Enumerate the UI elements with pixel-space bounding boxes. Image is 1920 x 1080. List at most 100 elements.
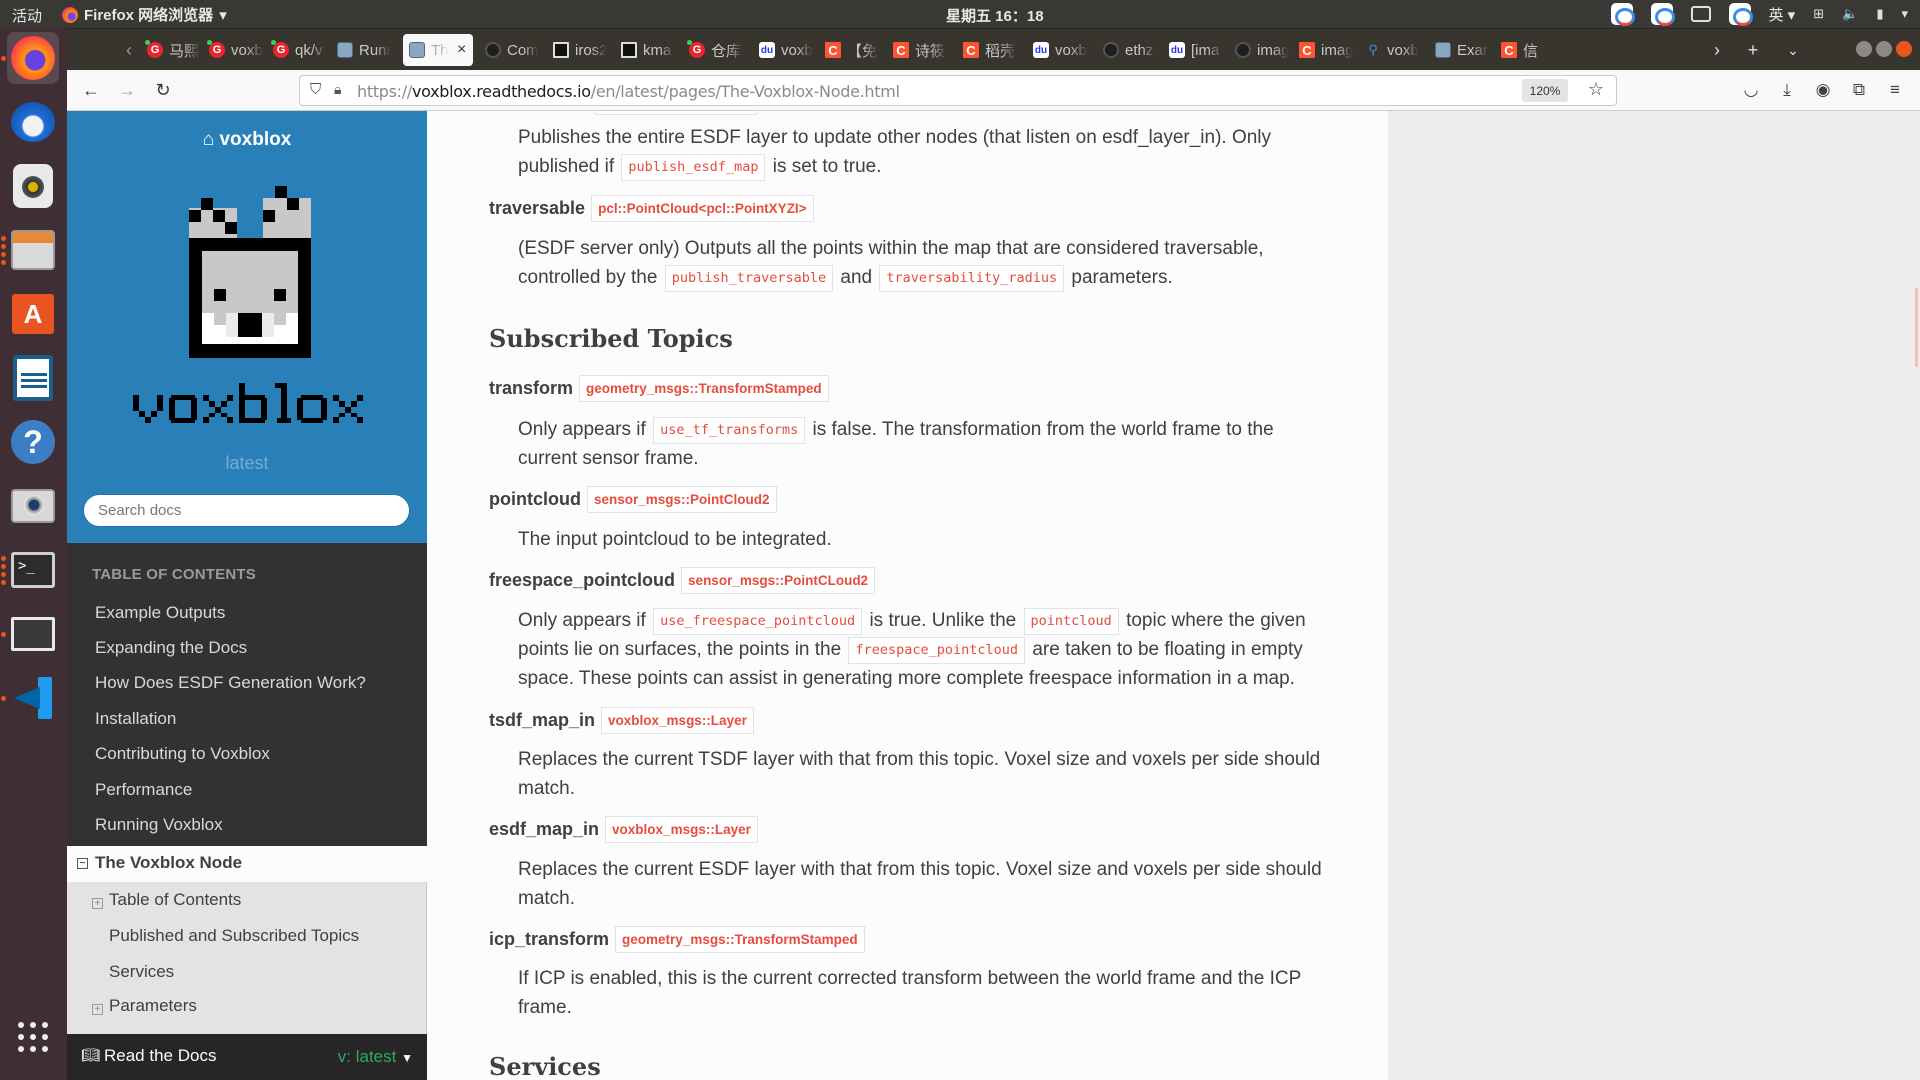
list-all-tabs-button[interactable]: ⌄	[1779, 34, 1807, 66]
baidu-netdisk-icon[interactable]	[1728, 3, 1753, 26]
toc-item-esdf-generation[interactable]: How Does ESDF Generation Work?	[95, 673, 366, 693]
minimize-button[interactable]	[1856, 41, 1872, 57]
collapse-icon[interactable]: −	[77, 858, 88, 869]
show-applications-button[interactable]	[18, 1022, 48, 1052]
browser-tab[interactable]: du [ima	[1163, 34, 1225, 66]
dock-cheese[interactable]	[7, 480, 59, 532]
search-docs-input[interactable]	[83, 494, 410, 527]
dock-thunderbird[interactable]	[7, 96, 59, 148]
extensions-button[interactable]: ⧉	[1847, 78, 1871, 102]
baidu-netdisk-icon[interactable]	[1650, 3, 1675, 26]
tab-label: voxb	[781, 41, 813, 59]
dock-files[interactable]	[1, 224, 59, 276]
dock-screen[interactable]	[1, 608, 59, 660]
close-window-button[interactable]	[1896, 41, 1912, 57]
browser-tab[interactable]: Cimag	[1293, 34, 1355, 66]
browser-tab[interactable]: Th ×	[403, 34, 473, 66]
baidu-netdisk-icon[interactable]	[1610, 3, 1635, 26]
url-text[interactable]: https://voxblox.readthedocs.io/en/latest…	[357, 82, 900, 101]
downloads-button[interactable]: ⤓	[1775, 78, 1799, 102]
dock-help[interactable]: ?	[7, 416, 59, 468]
toc-item-performance[interactable]: Performance	[95, 780, 192, 800]
browser-tab[interactable]: ⚲ voxb	[1359, 34, 1421, 66]
reload-button[interactable]: ↻	[149, 76, 177, 104]
browser-tab[interactable]: kma	[615, 34, 677, 66]
browser-tab[interactable]: Runn	[331, 34, 393, 66]
system-menu-chevron-icon[interactable]: ▾	[1901, 6, 1908, 22]
topic-type: geometry_msgs::TransformStamped	[615, 926, 865, 953]
dock-libreoffice-writer[interactable]	[7, 352, 59, 404]
browser-tab[interactable]: ethz	[1097, 34, 1159, 66]
network-icon[interactable]: ⊞	[1813, 6, 1824, 22]
forward-button[interactable]: →	[113, 76, 141, 104]
toc-item-running-voxblox[interactable]: Running Voxblox	[95, 815, 223, 835]
dock-terminal[interactable]: >_	[1, 544, 59, 596]
keyboard-indicator-icon[interactable]	[1690, 6, 1711, 22]
dock-firefox[interactable]	[1, 32, 59, 84]
transform-description: Only appears if use_tf_transforms is fal…	[518, 415, 1338, 473]
toc-item-the-voxblox-node[interactable]: − The Voxblox Node	[67, 846, 427, 882]
rtd-versions-bar[interactable]: 📖︎ Read the Docs v: latest ▼	[67, 1034, 427, 1080]
toc-sub-services[interactable]: Services	[109, 962, 174, 982]
text: topic where the given	[1126, 610, 1306, 631]
clock[interactable]: 星期五 16：18	[946, 5, 1044, 26]
expand-icon[interactable]: +	[92, 1004, 103, 1015]
pocket-button[interactable]: ◡	[1739, 78, 1763, 102]
browser-tab[interactable]: C信	[1495, 34, 1557, 66]
browser-tab[interactable]: C 诗筱	[887, 34, 949, 66]
scroll-tabs-right-button[interactable]: ›	[1703, 34, 1731, 66]
browser-tab[interactable]: G 仓库	[683, 34, 745, 66]
expand-icon[interactable]: +	[92, 898, 103, 909]
section-heading-subscribed-topics: Subscribed Topics	[489, 324, 733, 353]
toc-item-contributing[interactable]: Contributing to Voxblox	[95, 744, 270, 764]
toc-item-example-outputs[interactable]: Example Outputs	[95, 603, 225, 623]
dock-ubuntu-software[interactable]: A	[7, 288, 59, 340]
toc-sub-parameters[interactable]: Parameters	[109, 996, 197, 1016]
browser-tab[interactable]: C 【免	[819, 34, 881, 66]
browser-tab[interactable]: du voxb	[1027, 34, 1089, 66]
volume-icon[interactable]: 🔈	[1842, 6, 1858, 22]
firefox-view-button[interactable]	[73, 34, 101, 66]
app-menu-button[interactable]: ≡	[1883, 78, 1907, 102]
lock-icon[interactable]: 🔒︎	[334, 81, 341, 98]
zoom-level-button[interactable]: 120%	[1522, 79, 1568, 102]
bookmark-star-icon[interactable]: ☆	[1588, 79, 1604, 100]
dock-rhythmbox[interactable]	[7, 160, 59, 212]
input-method-indicator[interactable]: 英 ▾	[1769, 4, 1796, 25]
topic-type: sensor_msgs::PointCloud2	[586, 486, 777, 513]
browser-tab[interactable]: Exan	[1429, 34, 1491, 66]
project-home-link[interactable]: ⌂ voxblox	[67, 129, 427, 151]
browser-tab[interactable]: iros2	[547, 34, 609, 66]
maximize-button[interactable]	[1876, 41, 1892, 57]
version-selector[interactable]: v: latest ▼	[338, 1047, 413, 1067]
page-scrollbar-thumb[interactable]	[1915, 288, 1918, 367]
dock-vscode[interactable]	[1, 672, 59, 724]
activities-button[interactable]: 活动	[12, 5, 42, 26]
topic-name: esdf_map_in	[489, 819, 600, 839]
browser-tab[interactable]: C 稻壳	[957, 34, 1019, 66]
tracking-protection-shield-icon[interactable]: ⛉	[310, 81, 321, 98]
browser-tab[interactable]: imag	[1229, 34, 1291, 66]
firefox-icon	[62, 6, 78, 23]
toc-item-expanding-the-docs[interactable]: Expanding the Docs	[95, 638, 247, 658]
tab-label: iros2	[575, 41, 607, 59]
toc-item-installation[interactable]: Installation	[95, 709, 176, 729]
scroll-tabs-left-button[interactable]: ‹	[115, 34, 143, 66]
close-tab-icon[interactable]: ×	[457, 41, 466, 59]
battery-icon[interactable]: ▮	[1876, 6, 1883, 22]
account-button[interactable]: ◉	[1811, 78, 1835, 102]
browser-tab[interactable]: du voxb	[753, 34, 815, 66]
url-bar[interactable]: ⛉ 🔒︎ https://voxblox.readthedocs.io/en/l…	[299, 75, 1617, 106]
browser-tab[interactable]: Gqk/v	[267, 34, 329, 66]
browser-tab[interactable]: G 马熙	[141, 34, 203, 66]
app-menu[interactable]: Firefox 网络浏览器 ▾	[62, 4, 227, 25]
toc-sub-published-subscribed-topics[interactable]: Published and Subscribed Topics	[109, 926, 359, 946]
browser-tab[interactable]: Com	[479, 34, 541, 66]
voxblox-logo[interactable]	[189, 186, 311, 368]
freespace-description: Only appears if use_freespace_pointcloud…	[518, 606, 1338, 693]
back-button[interactable]: ←	[77, 76, 105, 104]
toc-sub-table-of-contents[interactable]: Table of Contents	[109, 890, 241, 910]
tab-label: 马熙	[169, 42, 200, 60]
new-tab-button[interactable]: +	[1739, 34, 1767, 66]
browser-tab[interactable]: Gvoxb	[203, 34, 265, 66]
